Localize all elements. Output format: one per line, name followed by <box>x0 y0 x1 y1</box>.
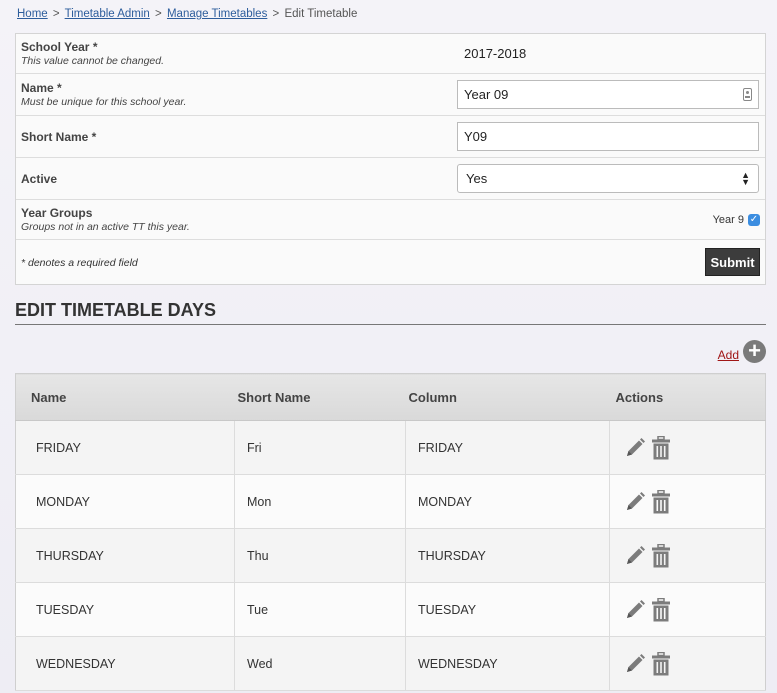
add-day-link[interactable]: Add <box>718 348 739 362</box>
name-label: Name * <box>21 81 62 95</box>
trash-delete-icon[interactable] <box>652 597 670 622</box>
active-label: Active <box>21 171 58 186</box>
day-column: TUESDAY <box>418 602 477 617</box>
name-input[interactable]: Year 09 <box>457 80 759 109</box>
breadcrumb-current: Edit Timetable <box>284 8 358 20</box>
day-column: WEDNESDAY <box>418 656 498 671</box>
column-header-short-name[interactable]: Short Name <box>235 390 406 405</box>
year-9-option-label: Year 9 <box>712 213 744 226</box>
short-name-label: Short Name * <box>21 129 97 144</box>
short-name-input[interactable]: Y09 <box>457 122 759 151</box>
day-name: THURSDAY <box>36 548 104 563</box>
day-short-name: Wed <box>247 656 273 671</box>
required-field-note: * denotes a required field <box>21 257 138 269</box>
school-year-description: This value cannot be changed. <box>21 55 165 67</box>
active-row: Active Yes ▲ ▼ <box>16 158 765 200</box>
school-year-label: School Year * <box>21 40 98 54</box>
table-row: TUESDAY Tue TUESDAY <box>15 582 766 637</box>
table-row: WEDNESDAY Wed WEDNESDAY <box>15 636 766 691</box>
short-name-row: Short Name * Y09 <box>16 116 765 158</box>
section-title: Edit Timetable Days <box>15 300 766 325</box>
plus-circle-icon[interactable]: + <box>743 340 766 363</box>
active-select[interactable]: Yes ▲ ▼ <box>457 164 759 193</box>
column-header-name[interactable]: Name <box>16 390 235 405</box>
breadcrumb: Home > Timetable Admin > Manage Timetabl… <box>17 8 357 20</box>
day-short-name: Tue <box>247 602 269 617</box>
name-input-value: Year 09 <box>464 87 509 102</box>
day-name: FRIDAY <box>36 440 81 455</box>
year-9-checkbox[interactable]: ✓ <box>748 213 760 226</box>
contact-card-icon[interactable] <box>743 88 752 101</box>
add-day-control: Add + <box>718 340 766 363</box>
day-column: MONDAY <box>418 494 472 509</box>
active-select-value: Yes <box>466 171 488 186</box>
school-year-value: 2017-2018 <box>464 45 527 61</box>
column-header-actions: Actions <box>615 389 664 405</box>
select-arrows-icon: ▲ ▼ <box>741 169 750 187</box>
trash-delete-icon[interactable] <box>652 489 670 514</box>
school-year-row: School Year * This value cannot be chang… <box>16 34 765 74</box>
trash-delete-icon[interactable] <box>652 435 670 460</box>
breadcrumb-separator: > <box>52 8 60 20</box>
day-name: TUESDAY <box>36 602 95 617</box>
pencil-edit-icon[interactable] <box>624 545 646 567</box>
breadcrumb-manage-timetables-link[interactable]: Manage Timetables <box>167 8 267 20</box>
submit-button[interactable]: Submit <box>705 248 760 276</box>
table-header-row: Name Short Name Column Actions <box>15 373 766 421</box>
table-row: FRIDAY Fri FRIDAY <box>15 420 766 475</box>
trash-delete-icon[interactable] <box>652 651 670 676</box>
day-name: WEDNESDAY <box>36 656 116 671</box>
year-groups-row: Year Groups Groups not in an active TT t… <box>16 200 765 240</box>
table-row: MONDAY Mon MONDAY <box>15 474 766 529</box>
submit-row: * denotes a required field Submit <box>16 240 765 284</box>
pencil-edit-icon[interactable] <box>624 491 646 513</box>
pencil-edit-icon[interactable] <box>624 599 646 621</box>
table-row: THURSDAY Thu THURSDAY <box>15 528 766 583</box>
pencil-edit-icon[interactable] <box>624 653 646 675</box>
day-short-name: Fri <box>247 440 262 455</box>
day-short-name: Thu <box>247 548 269 563</box>
short-name-input-value: Y09 <box>464 129 488 144</box>
name-description: Must be unique for this school year. <box>21 96 187 108</box>
day-column: FRIDAY <box>418 440 463 455</box>
day-short-name: Mon <box>247 494 272 509</box>
breadcrumb-home-link[interactable]: Home <box>17 8 48 20</box>
name-row: Name * Must be unique for this school ye… <box>16 74 765 116</box>
edit-timetable-form: School Year * This value cannot be chang… <box>15 33 766 285</box>
day-column: THURSDAY <box>418 548 486 563</box>
column-header-column[interactable]: Column <box>406 390 610 405</box>
year-groups-description: Groups not in an active TT this year. <box>21 221 190 233</box>
pencil-edit-icon[interactable] <box>624 437 646 459</box>
trash-delete-icon[interactable] <box>652 543 670 568</box>
day-name: MONDAY <box>36 494 90 509</box>
breadcrumb-separator: > <box>272 8 280 20</box>
timetable-days-table: Name Short Name Column Actions FRIDAY Fr… <box>15 373 766 691</box>
breadcrumb-timetable-admin-link[interactable]: Timetable Admin <box>65 8 150 20</box>
year-groups-label: Year Groups <box>21 206 93 220</box>
breadcrumb-separator: > <box>155 8 162 20</box>
